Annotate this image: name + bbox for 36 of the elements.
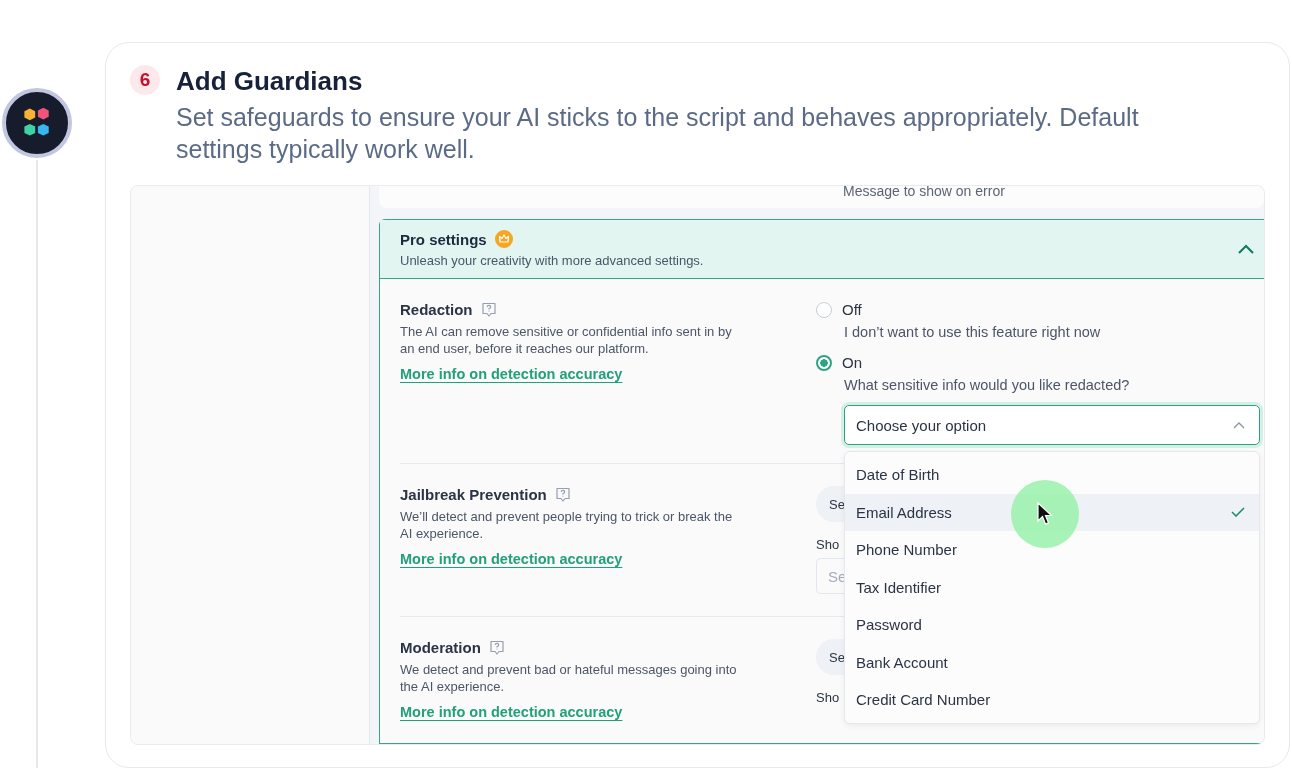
chevron-icon: [1233, 421, 1245, 429]
radio-button[interactable]: [816, 354, 832, 371]
step-title: Add Guardians: [176, 65, 364, 97]
pro-settings-subtitle: Unleash your creativity with more advanced settings.: [400, 253, 704, 268]
radio-button[interactable]: [816, 301, 832, 318]
radio-label: On: [842, 354, 862, 371]
crown-icon: [494, 230, 513, 248]
field-label: Sho: [816, 537, 841, 552]
field-label: Sho: [816, 690, 841, 705]
pro-settings-title: Pro settings: [400, 230, 487, 248]
segment-button[interactable]: Se: [816, 486, 844, 522]
setting-title: Jailbreak Prevention: [400, 486, 547, 503]
option-select[interactable]: Choose your option: [844, 405, 1260, 445]
option-description: I don’t want to use this feature right now: [844, 324, 1102, 340]
dropdown-option[interactable]: Phone Number: [845, 531, 1259, 569]
option-description: What sensitive info would you like redacted?: [844, 377, 1131, 393]
radio-label: Off: [842, 301, 862, 318]
help-icon[interactable]: [480, 301, 497, 318]
setting-title: Redaction: [400, 301, 473, 318]
pro-settings-header[interactable]: Pro settings Unleash your creativity with more advanced settings.: [380, 220, 1264, 279]
dropdown-option[interactable]: Credit Card Number: [845, 681, 1259, 719]
help-icon[interactable]: [488, 639, 505, 656]
dropdown-option[interactable]: Date of Birth: [845, 456, 1259, 494]
setting-description: We detect and prevent bad or hateful messages going into the AI experience.: [400, 661, 738, 695]
help-icon[interactable]: [554, 486, 571, 503]
setting-title: Moderation: [400, 639, 481, 656]
error-message-label: Message to show on error: [843, 186, 1005, 199]
step-description: Set safeguards to ensure your AI sticks to the script and behaves appropriately. Default settings typically work well.: [176, 102, 1140, 165]
segment-button[interactable]: Se: [816, 639, 844, 675]
dropdown-option[interactable]: Tax Identifier: [845, 568, 1259, 606]
setting-description: We’ll detect and prevent people trying to trick or break the AI experience.: [400, 508, 734, 542]
dropdown-option[interactable]: Password: [845, 606, 1259, 644]
step-number-badge: 6: [130, 65, 160, 95]
setting-description: The AI can remove sensitive or confidential info sent in by an end user, before it reaches our platform.: [400, 323, 733, 357]
chevron-icon[interactable]: [1238, 244, 1254, 254]
dropdown-option[interactable]: Bank Account: [845, 643, 1259, 681]
